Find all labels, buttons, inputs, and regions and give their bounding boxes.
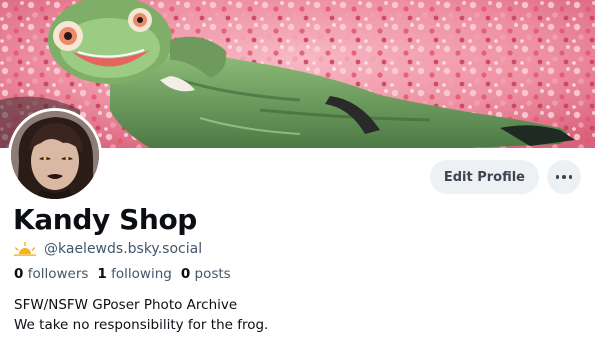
posts-count: 0: [180, 266, 191, 282]
posts-label: posts: [194, 266, 231, 282]
avatar[interactable]: [8, 108, 102, 202]
avatar-portrait: [11, 111, 99, 199]
ellipsis-icon-dot: [568, 175, 573, 179]
profile-actions: Edit Profile: [429, 160, 581, 194]
following-label: following: [111, 266, 172, 282]
profile-page: Edit Profile Kandy Shop @kaelewds.bsky.s…: [0, 0, 595, 344]
followers-count: 0: [14, 266, 24, 282]
ellipsis-icon-dot: [562, 175, 566, 179]
posts-stat: 0 posts: [181, 266, 231, 282]
profile-handle: @kaelewds.bsky.social: [44, 241, 203, 257]
handle-row: @kaelewds.bsky.social: [14, 239, 202, 259]
display-name: Kandy Shop: [13, 203, 197, 236]
profile-stats: 0 followers 1 following 0 posts: [14, 266, 231, 282]
following-stat[interactable]: 1 following: [97, 266, 171, 282]
following-count: 1: [97, 266, 107, 282]
bio-line: SFW/NSFW GPoser Photo Archive: [14, 297, 238, 313]
edit-profile-button[interactable]: Edit Profile: [429, 160, 539, 194]
ellipsis-icon: [555, 175, 560, 179]
followers-label: followers: [27, 266, 89, 282]
profile-bio: SFW/NSFW GPoser Photo Archive We take no…: [14, 295, 268, 335]
bio-line: We take no responsibility for the frog.: [14, 317, 269, 333]
sunrise-icon: [14, 241, 36, 257]
followers-stat[interactable]: 0 followers: [14, 266, 88, 282]
more-options-button[interactable]: [547, 160, 581, 194]
